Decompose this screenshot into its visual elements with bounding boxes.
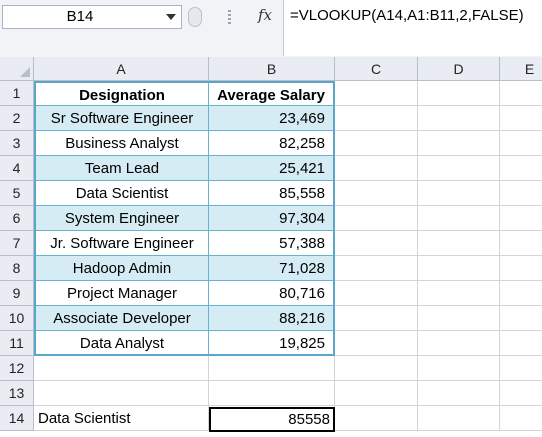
- row-header-4[interactable]: 4: [0, 156, 34, 181]
- cell[interactable]: [209, 381, 335, 406]
- table-cell-salary[interactable]: 85,558: [209, 181, 335, 206]
- cell[interactable]: [500, 81, 542, 106]
- cell[interactable]: [335, 406, 418, 431]
- cell[interactable]: [500, 256, 542, 281]
- row-header-1[interactable]: 1: [0, 81, 34, 106]
- cell[interactable]: [418, 356, 500, 381]
- row-header-9[interactable]: 9: [0, 281, 34, 306]
- table-cell-designation[interactable]: Hadoop Admin: [34, 256, 209, 281]
- cell[interactable]: [418, 231, 500, 256]
- cell[interactable]: [335, 156, 418, 181]
- column-header-e[interactable]: E: [500, 57, 542, 81]
- cell[interactable]: [500, 381, 542, 406]
- chevron-down-icon[interactable]: [166, 14, 176, 20]
- row-header-10[interactable]: 10: [0, 306, 34, 331]
- table-cell-salary[interactable]: 57,388: [209, 231, 335, 256]
- row-header-2[interactable]: 2: [0, 106, 34, 131]
- table-cell-designation[interactable]: Jr. Software Engineer: [34, 231, 209, 256]
- cell[interactable]: [500, 131, 542, 156]
- cell[interactable]: [418, 381, 500, 406]
- row-header-12[interactable]: 12: [0, 356, 34, 381]
- table-cell-designation[interactable]: Business Analyst: [34, 131, 209, 156]
- cell[interactable]: [418, 156, 500, 181]
- formula-text: =VLOOKUP(A14,A1:B11,2,FALSE): [290, 7, 524, 24]
- cell[interactable]: [335, 106, 418, 131]
- cell[interactable]: [335, 181, 418, 206]
- cell[interactable]: [335, 356, 418, 381]
- cell[interactable]: [335, 381, 418, 406]
- table-cell-designation[interactable]: Data Analyst: [34, 331, 209, 356]
- table-cell-salary[interactable]: 23,469: [209, 106, 335, 131]
- drag-handle-icon[interactable]: [228, 10, 231, 24]
- cell[interactable]: [418, 256, 500, 281]
- column-header-d[interactable]: D: [418, 57, 500, 81]
- column-header-a[interactable]: A: [34, 57, 209, 81]
- row-header-13[interactable]: 13: [0, 381, 34, 406]
- table-header-average-salary[interactable]: Average Salary: [209, 81, 335, 106]
- row-header-8[interactable]: 8: [0, 256, 34, 281]
- cell[interactable]: [500, 331, 542, 356]
- cell[interactable]: [335, 306, 418, 331]
- cell[interactable]: [209, 356, 335, 381]
- cell[interactable]: [418, 181, 500, 206]
- cell[interactable]: [500, 356, 542, 381]
- row-header-11[interactable]: 11: [0, 331, 34, 356]
- cell[interactable]: [335, 131, 418, 156]
- lookup-input-cell[interactable]: Data Scientist: [34, 406, 213, 431]
- cell[interactable]: [500, 156, 542, 181]
- cell[interactable]: [500, 206, 542, 231]
- table-cell-salary[interactable]: 82,258: [209, 131, 335, 156]
- table-header-designation[interactable]: Designation: [34, 81, 209, 106]
- cell[interactable]: [34, 356, 209, 381]
- formula-bar: B14 fx =VLOOKUP(A14,A1:B11,2,FALSE): [0, 0, 542, 58]
- cell[interactable]: [418, 131, 500, 156]
- column-header-c[interactable]: C: [335, 57, 418, 81]
- column-header-b[interactable]: B: [209, 57, 335, 81]
- cell[interactable]: [335, 231, 418, 256]
- cell[interactable]: [500, 281, 542, 306]
- row-header-6[interactable]: 6: [0, 206, 34, 231]
- cell[interactable]: [418, 281, 500, 306]
- table-cell-salary[interactable]: 19,825: [209, 331, 335, 356]
- cell[interactable]: [335, 331, 418, 356]
- cell[interactable]: [500, 306, 542, 331]
- table-cell-salary[interactable]: 25,421: [209, 156, 335, 181]
- selected-cell-b14[interactable]: 85558: [209, 407, 335, 432]
- cell[interactable]: [418, 406, 500, 431]
- table-cell-designation[interactable]: Project Manager: [34, 281, 209, 306]
- cell[interactable]: [418, 106, 500, 131]
- formula-bar-splitter-handle[interactable]: [188, 7, 202, 27]
- table-cell-designation[interactable]: Associate Developer: [34, 306, 209, 331]
- name-box-value: B14: [66, 8, 94, 25]
- table-cell-salary[interactable]: 71,028: [209, 256, 335, 281]
- row-header-7[interactable]: 7: [0, 231, 34, 256]
- cell[interactable]: [335, 206, 418, 231]
- row-header-5[interactable]: 5: [0, 181, 34, 206]
- cell[interactable]: [500, 106, 542, 131]
- cell[interactable]: [418, 81, 500, 106]
- cell[interactable]: [335, 81, 418, 106]
- row-header-3[interactable]: 3: [0, 131, 34, 156]
- name-box[interactable]: B14: [2, 5, 182, 29]
- row-header-14[interactable]: 14: [0, 406, 34, 431]
- cell[interactable]: [418, 331, 500, 356]
- cell[interactable]: [34, 381, 209, 406]
- insert-function-icon[interactable]: fx: [258, 6, 272, 24]
- cell[interactable]: [418, 206, 500, 231]
- table-cell-designation[interactable]: System Engineer: [34, 206, 209, 231]
- formula-input[interactable]: =VLOOKUP(A14,A1:B11,2,FALSE): [283, 0, 542, 56]
- cell[interactable]: [335, 256, 418, 281]
- table-cell-salary[interactable]: 80,716: [209, 281, 335, 306]
- table-cell-salary[interactable]: 97,304: [209, 206, 335, 231]
- cell[interactable]: [500, 181, 542, 206]
- table-cell-designation[interactable]: Sr Software Engineer: [34, 106, 209, 131]
- cell[interactable]: [335, 281, 418, 306]
- cell[interactable]: [500, 231, 542, 256]
- table-cell-salary[interactable]: 88,216: [209, 306, 335, 331]
- cell[interactable]: [418, 306, 500, 331]
- cell[interactable]: [500, 406, 542, 431]
- table-cell-designation[interactable]: Team Lead: [34, 156, 209, 181]
- select-all-button[interactable]: [0, 57, 34, 81]
- table-cell-designation[interactable]: Data Scientist: [34, 181, 209, 206]
